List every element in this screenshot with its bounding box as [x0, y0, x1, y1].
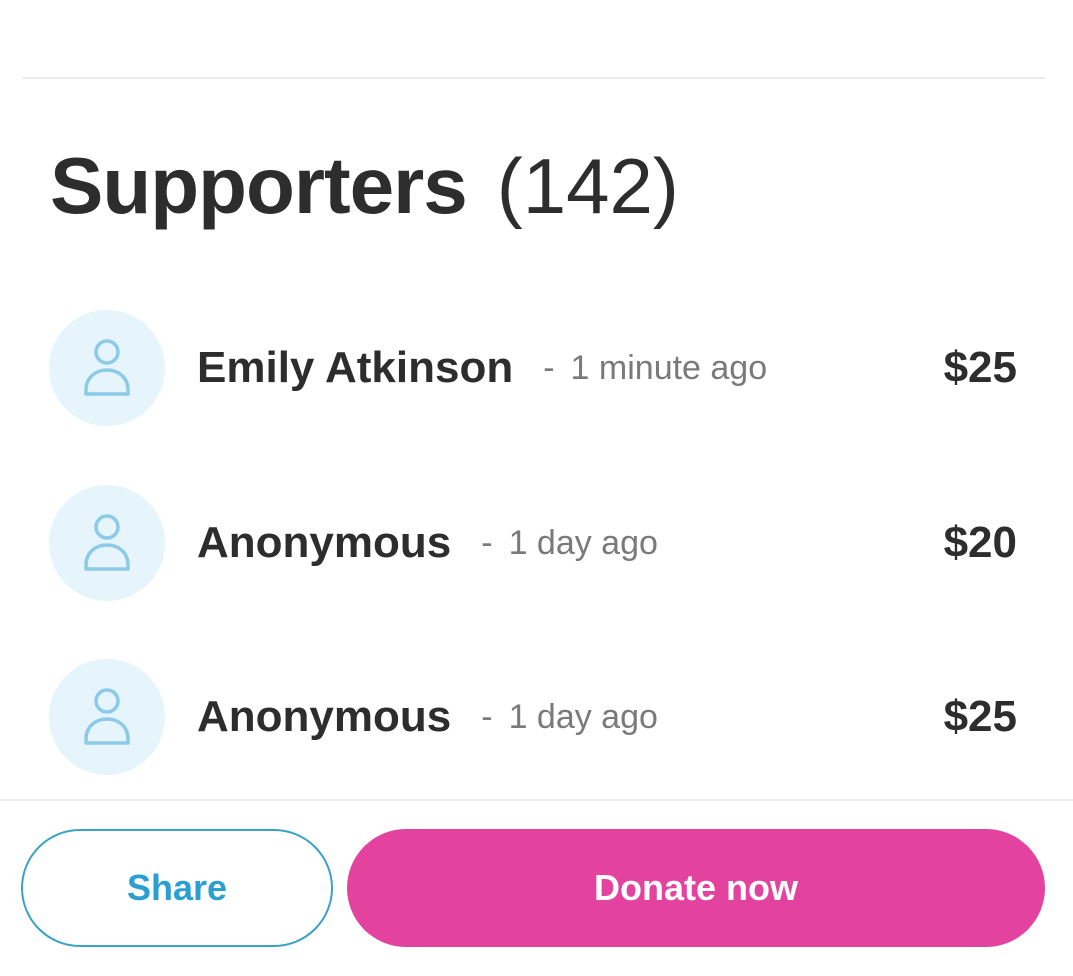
person-icon	[83, 338, 131, 398]
avatar	[49, 659, 165, 775]
supporter-row: Emily Atkinson - 1 minute ago $25	[49, 309, 1017, 427]
avatar	[49, 310, 165, 426]
person-icon	[83, 513, 131, 573]
separator: -	[543, 348, 555, 387]
separator: -	[481, 697, 493, 736]
supporter-row: Anonymous - 1 day ago $20	[49, 484, 1017, 602]
donate-now-button[interactable]: Donate now	[347, 829, 1045, 947]
supporter-name: Emily Atkinson	[197, 343, 514, 392]
supporter-row: Anonymous - 1 day ago $25	[49, 658, 1017, 776]
donation-amount: $25	[943, 692, 1017, 741]
donation-time: 1 day ago	[508, 697, 658, 736]
supporter-name: Anonymous	[197, 692, 452, 741]
donation-time: 1 minute ago	[570, 348, 768, 387]
top-divider	[22, 77, 1045, 79]
donation-time: 1 day ago	[508, 523, 658, 562]
supporters-title: Supporters	[50, 141, 468, 230]
share-button[interactable]: Share	[21, 829, 333, 947]
donation-amount: $25	[943, 343, 1017, 392]
supporters-heading: Supporters (142)	[50, 140, 679, 235]
separator: -	[481, 523, 493, 562]
bottom-divider	[0, 799, 1073, 801]
supporter-name: Anonymous	[197, 518, 452, 567]
donation-amount: $20	[943, 518, 1017, 567]
avatar	[49, 485, 165, 601]
supporters-count: (142)	[496, 142, 679, 230]
person-icon	[83, 687, 131, 747]
